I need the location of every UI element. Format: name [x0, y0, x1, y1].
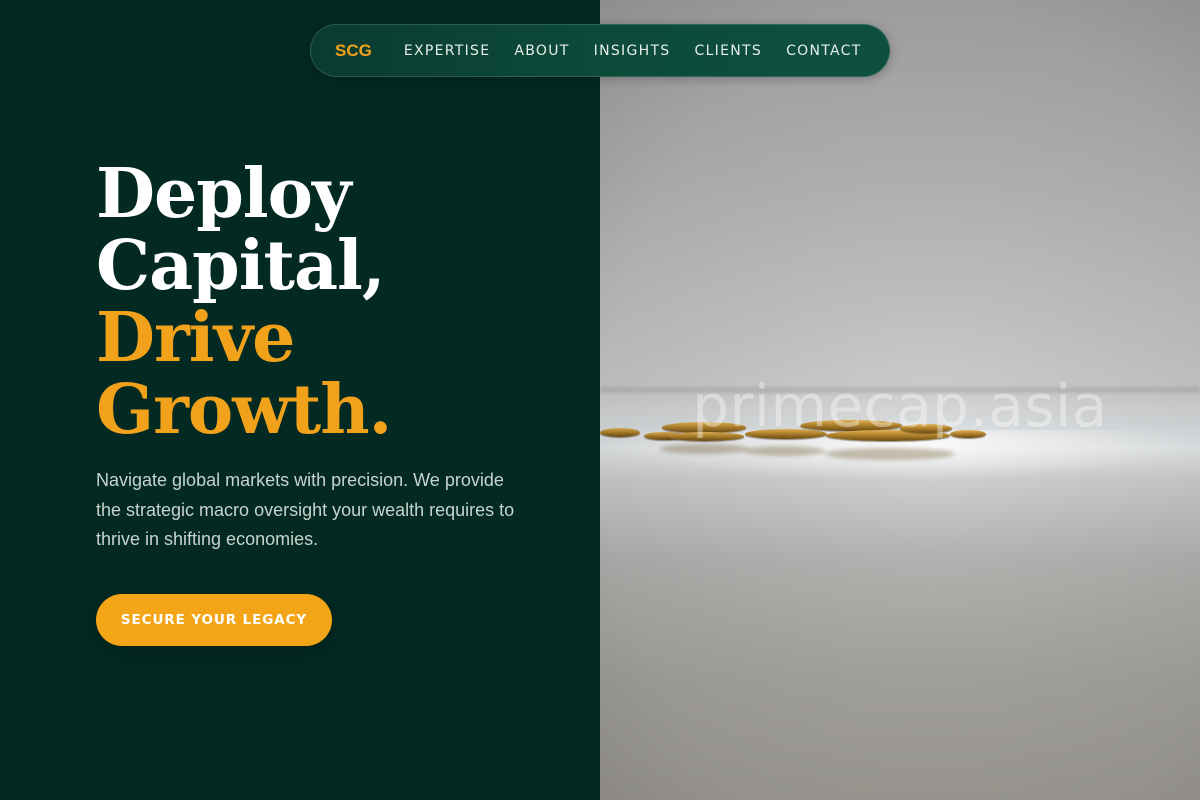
nav-link-insights[interactable]: INSIGHTS	[594, 43, 671, 59]
hero-title-accent-line: Drive	[96, 298, 295, 378]
hero-description: Navigate global markets with precision. …	[96, 470, 515, 549]
secure-legacy-button[interactable]: SECURE YOUR LEGACY	[96, 594, 332, 646]
hero-title-line: Capital,	[96, 226, 386, 306]
nav-link-clients[interactable]: CLIENTS	[695, 43, 763, 59]
hero-title-line: Deploy	[96, 154, 351, 234]
logo[interactable]: SCG	[335, 41, 372, 61]
watermark-text: primecap.asia	[692, 372, 1108, 440]
hero-left-panel: Deploy Capital, Drive Growth. Navigate g…	[0, 0, 600, 800]
nav-link-expertise[interactable]: EXPERTISE	[404, 43, 491, 59]
page: Deploy Capital, Drive Growth. Navigate g…	[0, 0, 1200, 800]
hero-title: Deploy Capital, Drive Growth.	[96, 154, 392, 450]
hero-title-accent-line: Growth.	[96, 370, 392, 450]
top-navigation: SCG EXPERTISE ABOUT INSIGHTS CLIENTS CON…	[310, 24, 890, 77]
hero-image-coins: primecap.asia	[600, 0, 1200, 800]
nav-link-contact[interactable]: CONTACT	[786, 43, 862, 59]
nav-link-about[interactable]: ABOUT	[514, 43, 569, 59]
